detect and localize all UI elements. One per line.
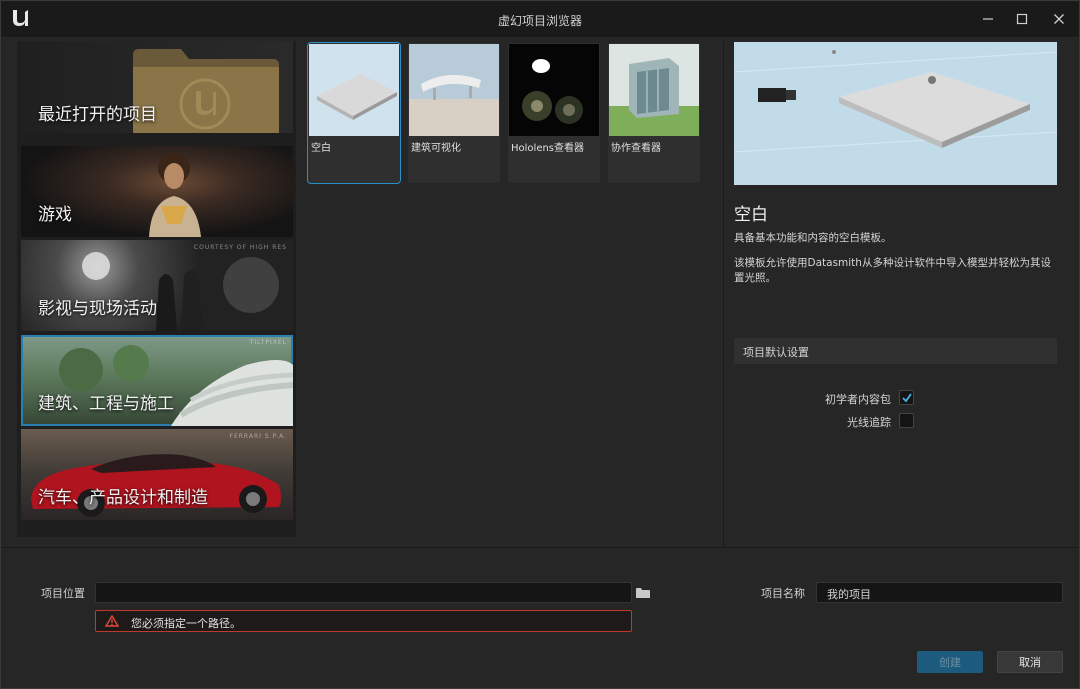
template-collab-viewer[interactable]: 协作查看器	[608, 43, 700, 183]
template-label: 空白	[311, 143, 331, 154]
folder-icon	[636, 588, 650, 598]
blank-template-thumbnail	[309, 44, 399, 136]
template-preview-image	[734, 42, 1057, 185]
maximize-icon	[1016, 13, 1028, 25]
image-credit: COURTESY OF HIGH RES	[193, 244, 287, 251]
warning-icon	[105, 615, 119, 627]
category-label: 游戏	[38, 205, 72, 225]
category-list: 最近打开的项目 游戏 COURTESY OF HIGH RES 影视与现场活动	[17, 41, 296, 537]
image-credit: FERRARI S.P.A.	[229, 433, 287, 440]
archviz-template-thumbnail	[409, 44, 499, 136]
template-archviz[interactable]: 建筑可视化	[408, 43, 500, 183]
template-blank[interactable]: 空白	[307, 42, 401, 184]
project-browser-window: 虚幻项目浏览器 最近打开的项目 游戏 COURTESY OF HIGH RES …	[0, 0, 1080, 689]
project-defaults-header: 项目默认设置	[734, 338, 1057, 364]
maximize-button[interactable]	[1011, 9, 1033, 29]
template-title: 空白	[734, 205, 768, 225]
minimize-button[interactable]	[977, 9, 999, 29]
browse-folder-button[interactable]	[635, 585, 651, 599]
category-label: 建筑、工程与施工	[38, 394, 174, 414]
category-label: 最近打开的项目	[38, 105, 157, 125]
raytracing-checkbox[interactable]	[899, 413, 914, 428]
project-location-input[interactable]	[95, 582, 632, 603]
image-credit: TILTPIXEL	[249, 339, 287, 346]
template-grid: 空白 建筑可视化 Hololens查看器 协作查看器	[303, 41, 723, 547]
error-text: 您必须指定一个路径。	[131, 617, 241, 630]
close-icon	[1054, 14, 1064, 24]
template-description-detail: 该模板允许使用Datasmith从多种设计软件中导入模型并轻松为其设置光照。	[734, 257, 1051, 284]
category-games[interactable]: 游戏	[21, 146, 293, 237]
check-icon	[902, 393, 912, 403]
category-architecture[interactable]: TILTPIXEL 建筑、工程与施工	[21, 335, 293, 426]
project-location-label: 项目位置	[41, 587, 85, 600]
starter-content-label: 初学者内容包	[825, 393, 891, 406]
collab-viewer-template-thumbnail	[609, 44, 699, 136]
template-description-summary: 具备基本功能和内容的空白模板。	[734, 232, 892, 244]
create-button[interactable]: 创建	[917, 651, 983, 673]
minimize-icon	[983, 18, 993, 20]
title-bar: 虚幻项目浏览器	[1, 1, 1079, 37]
category-film-live-events[interactable]: COURTESY OF HIGH RES 影视与现场活动	[21, 240, 293, 331]
template-label: 建筑可视化	[411, 143, 461, 154]
location-error-message: 您必须指定一个路径。	[95, 610, 632, 632]
category-automotive[interactable]: FERRARI S.P.A. 汽车、产品设计和制造	[21, 429, 293, 520]
hololens-template-thumbnail	[509, 44, 599, 136]
panel-divider	[723, 41, 724, 547]
category-label: 汽车、产品设计和制造	[38, 488, 208, 508]
window-title: 虚幻项目浏览器	[497, 14, 582, 28]
category-label: 影视与现场活动	[38, 299, 157, 319]
project-defaults-label: 项目默认设置	[743, 346, 809, 359]
template-label: Hololens查看器	[511, 143, 585, 154]
category-recent-projects[interactable]: 最近打开的项目	[21, 41, 293, 133]
starter-content-checkbox[interactable]	[899, 390, 914, 405]
raytracing-label: 光线追踪	[847, 416, 891, 429]
project-name-label: 项目名称	[761, 587, 805, 600]
bottom-separator	[1, 547, 1079, 548]
template-label: 协作查看器	[611, 143, 661, 154]
close-button[interactable]	[1048, 9, 1070, 29]
cancel-button[interactable]: 取消	[997, 651, 1063, 673]
template-hololens[interactable]: Hololens查看器	[508, 43, 600, 183]
project-name-input[interactable]: 我的项目	[816, 582, 1063, 603]
